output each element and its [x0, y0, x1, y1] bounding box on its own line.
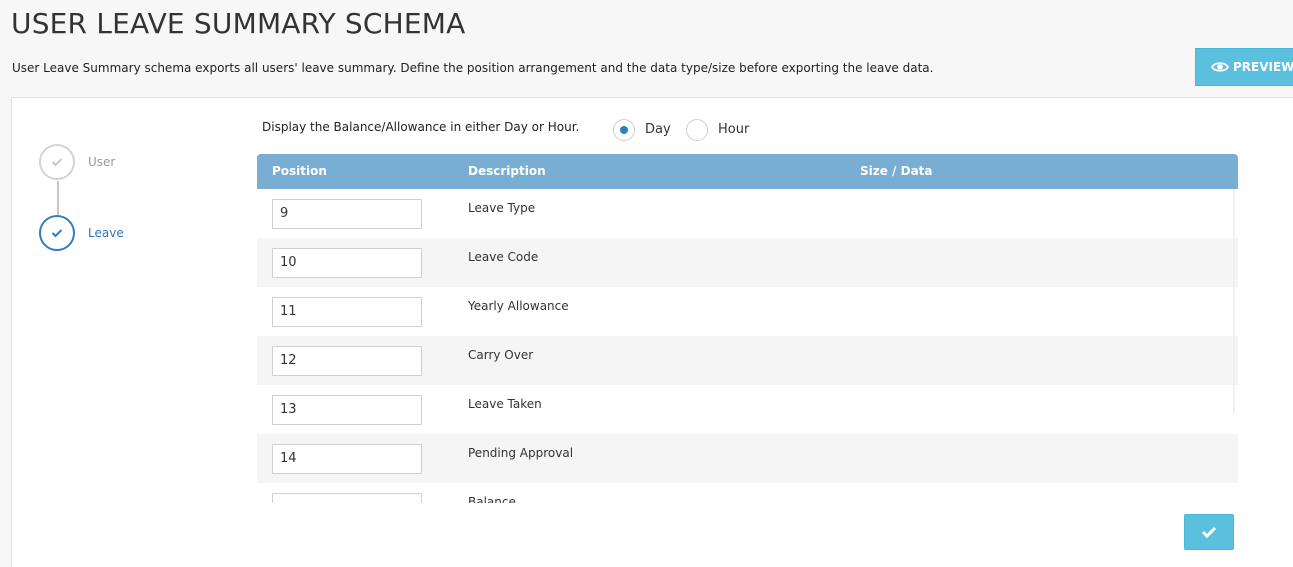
preview-button-label: PREVIEW: [1233, 60, 1293, 74]
position-input[interactable]: [272, 493, 422, 503]
column-header-description: Description: [468, 164, 546, 178]
step-user[interactable]: [39, 144, 75, 180]
table-row: 13 Leave Taken: [257, 385, 1238, 434]
step-leave[interactable]: [39, 215, 75, 251]
row-description: Pending Approval: [468, 446, 574, 460]
row-description: Leave Type: [468, 201, 536, 215]
preview-button[interactable]: PREVIEW: [1195, 48, 1293, 86]
row-description: Carry Over: [468, 348, 534, 362]
table-row: 9 Leave Type: [257, 189, 1238, 238]
position-input[interactable]: 10: [272, 248, 422, 278]
table-scrollbar[interactable]: [1233, 189, 1235, 414]
step-user-label[interactable]: User: [88, 155, 115, 169]
row-description: Yearly Allowance: [468, 299, 569, 313]
table-row: 11 Yearly Allowance: [257, 287, 1238, 336]
eye-icon: [1211, 62, 1229, 72]
position-input[interactable]: 13: [272, 395, 422, 425]
radio-day[interactable]: [613, 119, 635, 141]
unit-selector-label: Display the Balance/Allowance in either …: [262, 120, 580, 134]
check-icon: [51, 229, 63, 238]
position-input[interactable]: 9: [272, 199, 422, 229]
radio-hour-label[interactable]: Hour: [718, 122, 749, 137]
column-header-position: Position: [272, 164, 327, 178]
position-input[interactable]: 14: [272, 444, 422, 474]
table-row: 12 Carry Over: [257, 336, 1238, 385]
radio-day-label[interactable]: Day: [645, 122, 671, 137]
row-description: Leave Taken: [468, 397, 542, 411]
table-row: 10 Leave Code: [257, 238, 1238, 287]
page-description: User Leave Summary schema exports all us…: [12, 61, 934, 75]
position-input[interactable]: 11: [272, 297, 422, 327]
check-icon: [1201, 526, 1217, 538]
row-description: Leave Code: [468, 250, 539, 264]
table-row: Balance: [257, 483, 1238, 503]
stepper-connector: [57, 181, 59, 215]
check-icon: [51, 158, 63, 167]
submit-button[interactable]: [1184, 514, 1234, 550]
column-header-size-data: Size / Data: [860, 164, 933, 178]
row-description: Balance: [468, 495, 516, 503]
table-header: Position Description Size / Data: [257, 154, 1238, 189]
position-input[interactable]: 12: [272, 346, 422, 376]
table-row: 14 Pending Approval: [257, 434, 1238, 483]
step-leave-label[interactable]: Leave: [88, 226, 124, 240]
radio-hour[interactable]: [686, 119, 708, 141]
schema-table[interactable]: Position Description Size / Data 9 Leave…: [257, 154, 1238, 503]
page-title: USER LEAVE SUMMARY SCHEMA: [11, 7, 466, 40]
